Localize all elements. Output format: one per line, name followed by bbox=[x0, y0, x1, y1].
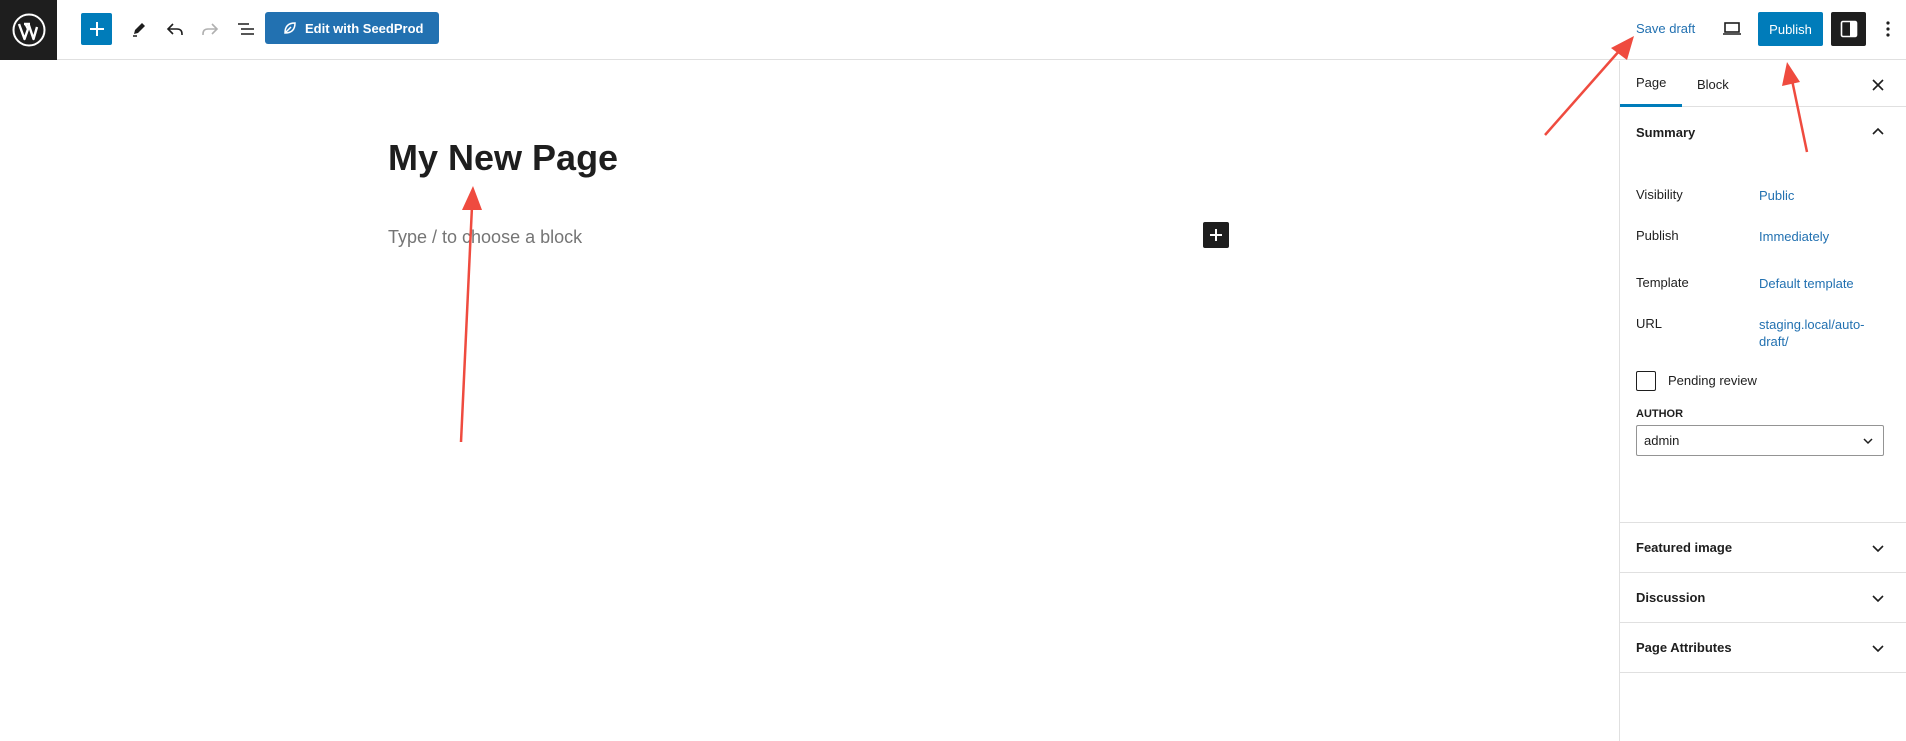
summary-heading: Summary bbox=[1636, 124, 1696, 140]
pending-review-checkbox[interactable] bbox=[1636, 371, 1656, 391]
undo-icon bbox=[166, 23, 183, 35]
redo-button[interactable] bbox=[197, 16, 223, 42]
settings-sidebar: Page Block Summary Visibility Public Pub… bbox=[1619, 61, 1906, 741]
discussion-panel[interactable]: Discussion bbox=[1620, 573, 1906, 623]
redo-icon bbox=[202, 23, 219, 35]
tab-block[interactable]: Block bbox=[1697, 61, 1729, 107]
publish-button[interactable]: Publish bbox=[1758, 12, 1823, 46]
plus-icon bbox=[1210, 229, 1222, 241]
undo-button[interactable] bbox=[162, 16, 188, 42]
inline-block-inserter[interactable] bbox=[1203, 222, 1229, 248]
author-select[interactable]: admin bbox=[1636, 425, 1884, 456]
close-sidebar-button[interactable] bbox=[1866, 73, 1890, 97]
plus-icon bbox=[89, 22, 104, 36]
discussion-heading: Discussion bbox=[1636, 590, 1706, 605]
preview-button[interactable] bbox=[1720, 18, 1744, 40]
sidebar-tabs: Page Block bbox=[1620, 61, 1906, 107]
author-label: AUTHOR bbox=[1636, 408, 1684, 420]
publish-date-value[interactable]: Immediately bbox=[1759, 228, 1829, 245]
editor-header: Edit with SeedProd Save draft Publish bbox=[0, 0, 1906, 60]
page-attributes-panel[interactable]: Page Attributes bbox=[1620, 623, 1906, 673]
visibility-value[interactable]: Public bbox=[1759, 187, 1794, 204]
summary-panel-body: Visibility Public Publish Immediately Te… bbox=[1620, 157, 1906, 523]
chevron-down-icon bbox=[1872, 545, 1884, 553]
list-view-icon bbox=[238, 23, 254, 35]
author-value: admin bbox=[1644, 433, 1680, 448]
template-value[interactable]: Default template bbox=[1759, 275, 1854, 292]
chevron-down-icon bbox=[1872, 595, 1884, 603]
close-icon bbox=[1872, 79, 1884, 91]
chevron-down-icon bbox=[1872, 645, 1884, 653]
chevron-up-icon bbox=[1872, 127, 1884, 135]
options-menu-button[interactable] bbox=[1878, 16, 1898, 42]
template-label: Template bbox=[1636, 275, 1689, 290]
tab-page[interactable]: Page bbox=[1620, 61, 1683, 107]
publish-label: Publish bbox=[1636, 228, 1679, 243]
block-placeholder[interactable]: Type / to choose a block bbox=[388, 227, 582, 248]
save-draft-button[interactable]: Save draft bbox=[1636, 21, 1695, 36]
url-label: URL bbox=[1636, 316, 1663, 331]
page-attributes-heading: Page Attributes bbox=[1636, 640, 1732, 655]
tools-button[interactable] bbox=[126, 16, 152, 42]
wordpress-logo-icon[interactable] bbox=[0, 0, 57, 60]
edit-with-seedprod-button[interactable]: Edit with SeedProd bbox=[265, 12, 439, 44]
sidebar-settings-icon bbox=[1840, 20, 1857, 38]
settings-toggle-button[interactable] bbox=[1831, 12, 1866, 46]
chevron-down-icon bbox=[1863, 438, 1873, 445]
featured-image-panel[interactable]: Featured image bbox=[1620, 523, 1906, 573]
pending-review-label: Pending review bbox=[1668, 373, 1757, 388]
seedprod-label: Edit with SeedProd bbox=[305, 20, 424, 36]
summary-panel-header[interactable]: Summary bbox=[1620, 107, 1906, 157]
featured-image-heading: Featured image bbox=[1636, 540, 1733, 555]
block-inserter-toggle[interactable] bbox=[81, 13, 112, 45]
seedprod-leaf-icon bbox=[284, 22, 296, 34]
desktop-preview-icon bbox=[1723, 22, 1741, 35]
pencil-icon bbox=[133, 23, 145, 37]
list-view-button[interactable] bbox=[233, 16, 259, 42]
more-vertical-icon bbox=[1886, 21, 1890, 37]
visibility-label: Visibility bbox=[1636, 187, 1683, 202]
page-title[interactable]: My New Page bbox=[388, 137, 618, 179]
editor-canvas: My New Page Type / to choose a block bbox=[0, 61, 1619, 741]
url-value[interactable]: staging.local/auto-draft/ bbox=[1759, 316, 1877, 350]
